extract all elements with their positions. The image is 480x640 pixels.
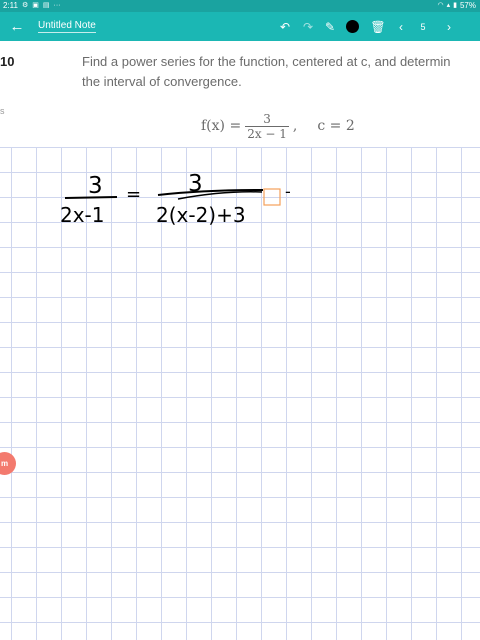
- selection-box[interactable]: [263, 188, 281, 206]
- formula-numerator: 3: [263, 111, 271, 126]
- more-icon: ···: [53, 2, 61, 9]
- problem-text-line2: the interval of convergence.: [82, 74, 242, 89]
- hw-equals: =: [126, 184, 141, 205]
- status-left: 2:11 ⚙ ▣ ▤ ···: [3, 0, 61, 12]
- pen-icon[interactable]: ✎: [321, 18, 339, 36]
- problem-panel: 10 Find a power series for the function,…: [0, 41, 480, 147]
- hw-trailing-dash: -: [285, 182, 291, 201]
- status-time: 2:11: [3, 1, 18, 10]
- problem-text-line1: Find a power series for the function, ce…: [82, 54, 451, 69]
- back-icon[interactable]: ←: [7, 17, 27, 37]
- prev-page-icon[interactable]: ‹: [392, 18, 410, 36]
- battery-level: 57%: [459, 1, 476, 10]
- formula-center: c = 2: [317, 118, 355, 134]
- signal-icon: ▴: [446, 2, 451, 9]
- formula-comma: ,: [292, 118, 298, 134]
- delete-icon[interactable]: 🗑: [369, 18, 387, 36]
- gallery-icon: ▤: [42, 2, 50, 9]
- hw-rhs-denominator: 2(x-2)+3: [156, 203, 246, 227]
- formula-lhs: f(x) =: [201, 118, 242, 134]
- next-page-icon[interactable]: ›: [440, 18, 458, 36]
- note-title[interactable]: Untitled Note: [38, 20, 96, 33]
- image-icon: ▣: [32, 2, 39, 9]
- hw-lhs-denominator: 2x-1: [60, 203, 105, 227]
- hw-lhs-numerator: 3: [88, 173, 103, 199]
- color-icon[interactable]: [346, 20, 359, 33]
- problem-text: Find a power series for the function, ce…: [82, 52, 480, 92]
- undo-icon[interactable]: ↶: [276, 18, 294, 36]
- battery-icon: ▮: [453, 2, 457, 9]
- side-label: s: [0, 106, 5, 116]
- problem-number: 10: [0, 54, 15, 69]
- wifi-icon: ◠: [437, 2, 444, 9]
- drawing-canvas[interactable]: 3 2x-1 = 3 2(x-2)+3 - m: [0, 147, 480, 640]
- app-toolbar: ← Untitled Note ↶ ↷ ✎ 🗑 ‹ 5 ›: [0, 12, 480, 41]
- status-right: ◠ ▴ ▮ 57%: [438, 0, 477, 12]
- page-number: 5: [420, 22, 426, 32]
- formula-fraction: 3 2x − 1: [245, 112, 289, 141]
- redo-icon[interactable]: ↷: [299, 18, 317, 36]
- problem-formula: f(x) = 3 2x − 1 , c = 2: [201, 107, 355, 145]
- formula-denominator: 2x − 1: [245, 125, 289, 141]
- status-bar: 2:11 ⚙ ▣ ▤ ··· ◠ ▴ ▮ 57%: [0, 0, 480, 12]
- hw-lhs-fraction-bar: [64, 196, 118, 199]
- settings-icon: ⚙: [21, 2, 29, 9]
- handwriting-layer: 3 2x-1 = 3 2(x-2)+3 -: [60, 171, 291, 227]
